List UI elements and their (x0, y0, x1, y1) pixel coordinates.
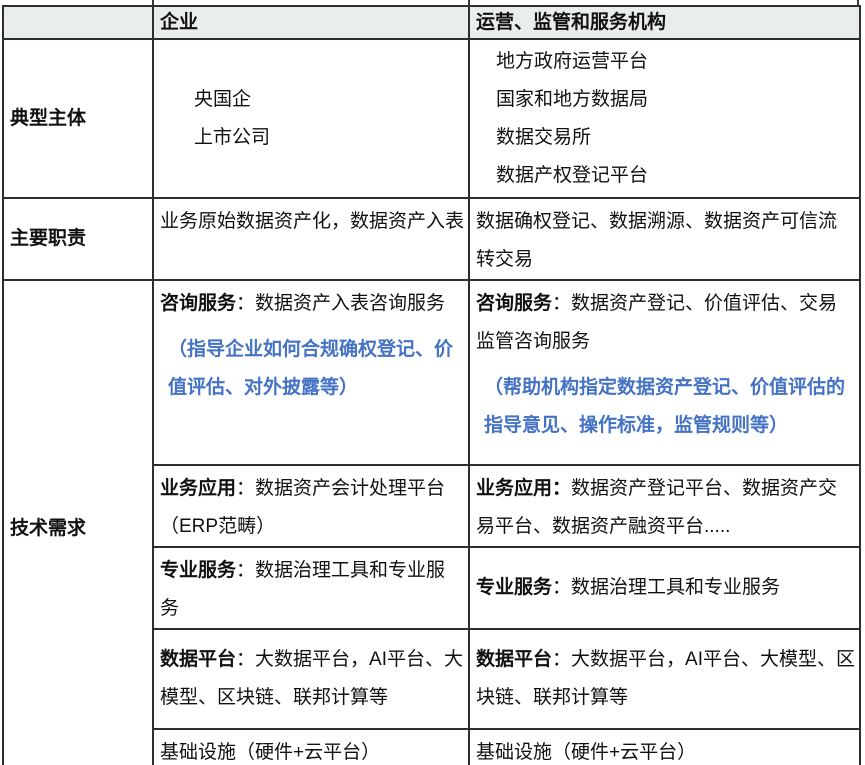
cell-duties-enterprise: 业务原始数据资产化，数据资产入表 (153, 198, 469, 280)
comparison-table: 企业 运营、监管和服务机构 典型主体 央国企 上市公司 地方政府运营平台 国家和… (2, 5, 861, 765)
prof-org-body: ：数据治理工具和专业服务 (552, 577, 780, 598)
subjects-org-line: 数据交易所 (476, 119, 855, 157)
row-label-tech-needs: 技术需求 (3, 280, 153, 765)
platform-org-text: 数据平台：大数据平台，AI平台、大模型、区块链、联邦计算等 (476, 641, 855, 717)
page: 企业 运营、监管和服务机构 典型主体 央国企 上市公司 地方政府运营平台 国家和… (0, 0, 865, 765)
apps-enterprise-label: 业务应用 (160, 478, 236, 499)
header-org-cell: 运营、监管和服务机构 (469, 6, 860, 39)
row-label-main-duties: 主要职责 (3, 198, 153, 280)
cell-subjects-enterprise: 央国企 上市公司 (153, 39, 469, 198)
header-corner-cell (3, 6, 153, 39)
consulting-org-label: 咨询服务 (476, 293, 552, 314)
cell-platform-org: 数据平台：大数据平台，AI平台、大模型、区块链、联邦计算等 (469, 629, 860, 729)
cell-prof-enterprise: 专业服务：数据治理工具和专业服务 (153, 547, 469, 629)
infra-enterprise-text: 基础设施（硬件+云平台） (160, 734, 464, 765)
consulting-enterprise-label: 咨询服务 (160, 293, 236, 314)
cell-infra-enterprise: 基础设施（硬件+云平台） (153, 729, 469, 765)
platform-org-label: 数据平台 (476, 649, 552, 670)
cell-prof-org: 专业服务：数据治理工具和专业服务 (469, 547, 860, 629)
cell-apps-enterprise: 业务应用：数据资产会计处理平台（ERP范畴） (153, 465, 469, 547)
cell-platform-enterprise: 数据平台：大数据平台，AI平台、大模型、区块链、联邦计算等 (153, 629, 469, 729)
header-row: 企业 运营、监管和服务机构 (3, 6, 860, 39)
infra-org-text: 基础设施（硬件+云平台） (476, 734, 855, 765)
prof-org-text: 专业服务：数据治理工具和专业服务 (476, 569, 855, 607)
subjects-org-line: 地方政府运营平台 (476, 43, 855, 81)
cell-consulting-org: 咨询服务：数据资产登记、价值评估、交易监管咨询服务 （帮助机构指定数据资产登记、… (469, 280, 860, 465)
cell-duties-org: 数据确权登记、数据溯源、数据资产可信流转交易 (469, 198, 860, 280)
prof-enterprise-text: 专业服务：数据治理工具和专业服务 (160, 552, 464, 628)
consulting-enterprise-text: 咨询服务：数据资产入表咨询服务 (160, 285, 464, 323)
cell-consulting-enterprise: 咨询服务：数据资产入表咨询服务 （指导企业如何合规确权登记、价值评估、对外披露等… (153, 280, 469, 465)
prof-org-label: 专业服务 (476, 577, 552, 598)
apps-org-text: 业务应用：数据资产登记平台、数据资产交易平台、数据资产融资平台..... (476, 470, 855, 546)
subjects-org-line: 国家和地方数据局 (476, 81, 855, 119)
subjects-enterprise-line: 上市公司 (160, 119, 464, 157)
cell-subjects-org: 地方政府运营平台 国家和地方数据局 数据交易所 数据产权登记平台 (469, 39, 860, 198)
infra-enterprise-body: 基础设施（硬件+云平台） (160, 742, 380, 763)
consulting-org-note: （帮助机构指定数据资产登记、价值评估的指导意见、操作标准，监管规则等） (476, 369, 855, 445)
cell-infra-org: 基础设施（硬件+云平台） (469, 729, 860, 765)
subjects-enterprise-line: 央国企 (160, 81, 464, 119)
apps-enterprise-text: 业务应用：数据资产会计处理平台（ERP范畴） (160, 470, 464, 546)
header-enterprise-cell: 企业 (153, 6, 469, 39)
infra-org-body: 基础设施（硬件+云平台） (476, 742, 696, 763)
platform-enterprise-text: 数据平台：大数据平台，AI平台、大模型、区块链、联邦计算等 (160, 641, 464, 717)
consulting-enterprise-body: ：数据资产入表咨询服务 (236, 293, 445, 314)
row-consulting-services: 技术需求 咨询服务：数据资产入表咨询服务 （指导企业如何合规确权登记、价值评估、… (3, 280, 860, 465)
platform-enterprise-label: 数据平台 (160, 649, 236, 670)
consulting-org-text: 咨询服务：数据资产登记、价值评估、交易监管咨询服务 (476, 285, 855, 361)
cell-apps-org: 业务应用：数据资产登记平台、数据资产交易平台、数据资产融资平台..... (469, 465, 860, 547)
prof-enterprise-label: 专业服务 (160, 560, 236, 581)
row-main-duties: 主要职责 业务原始数据资产化，数据资产入表 数据确权登记、数据溯源、数据资产可信… (3, 198, 860, 280)
row-label-typical-subjects: 典型主体 (3, 39, 153, 198)
row-typical-subjects: 典型主体 央国企 上市公司 地方政府运营平台 国家和地方数据局 数据交易所 数据… (3, 39, 860, 198)
consulting-enterprise-note: （指导企业如何合规确权登记、价值评估、对外披露等） (160, 331, 464, 407)
apps-org-label: 业务应用： (476, 478, 571, 499)
subjects-org-line: 数据产权登记平台 (476, 157, 855, 195)
